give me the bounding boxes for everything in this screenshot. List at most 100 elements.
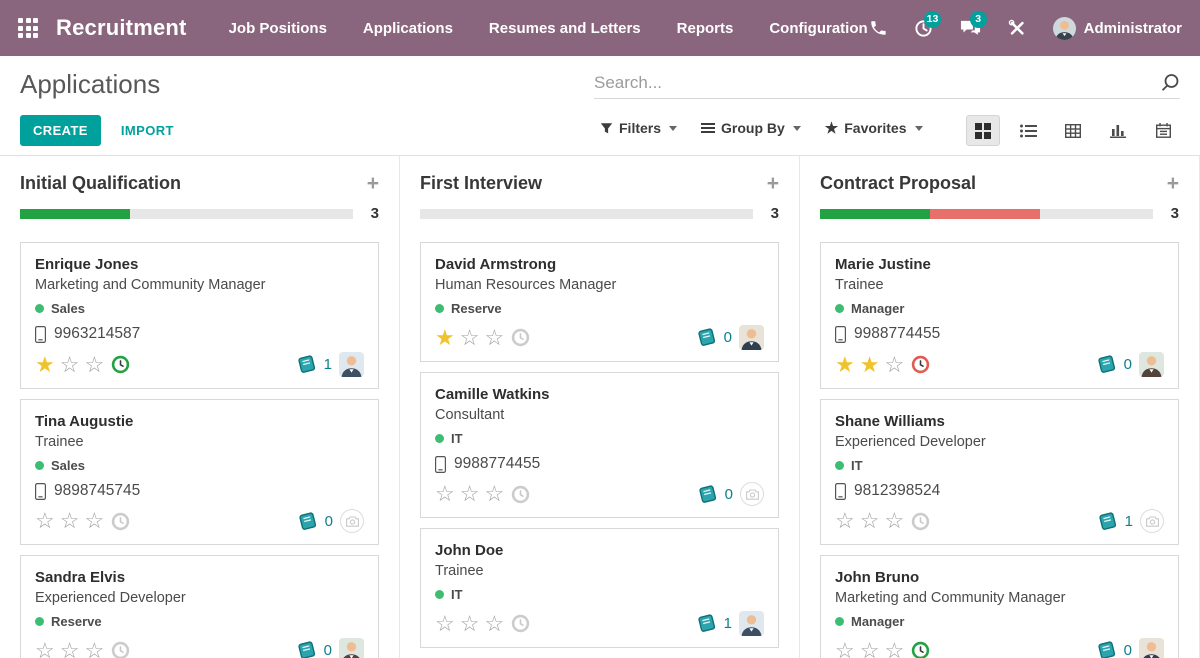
applicant-avatar[interactable]	[1139, 352, 1164, 377]
view-list-button[interactable]	[1011, 115, 1045, 146]
messages-icon[interactable]: 3	[960, 19, 981, 38]
priority-stars[interactable]: ★☆☆	[35, 355, 104, 375]
star-filled-icon[interactable]: ★	[835, 355, 855, 375]
star-empty-icon[interactable]: ☆	[860, 641, 880, 658]
star-empty-icon[interactable]: ☆	[35, 641, 55, 658]
add-record-icon[interactable]: +	[367, 173, 379, 194]
phone-icon[interactable]	[869, 19, 887, 37]
star-empty-icon[interactable]: ☆	[435, 614, 455, 634]
nav-item-applications[interactable]: Applications	[363, 20, 453, 37]
documents-book-icon[interactable]	[297, 355, 317, 374]
priority-stars[interactable]: ☆☆☆	[435, 484, 504, 504]
applicant-card[interactable]: John Doe Trainee IT ☆☆☆ 1	[420, 528, 779, 648]
priority-stars[interactable]: ☆☆☆	[835, 641, 904, 658]
activity-clock-icon[interactable]	[911, 641, 930, 658]
applicant-card[interactable]: Camille Watkins Consultant IT 9988774455…	[420, 372, 779, 518]
activity-clock-icon[interactable]	[911, 355, 930, 374]
applicant-avatar[interactable]	[739, 325, 764, 350]
search-input[interactable]	[594, 73, 1160, 93]
applicant-avatar[interactable]	[739, 611, 764, 636]
star-empty-icon[interactable]: ☆	[84, 641, 104, 658]
camera-placeholder-icon[interactable]	[740, 482, 764, 506]
applicant-card[interactable]: David Armstrong Human Resources Manager …	[420, 242, 779, 362]
star-empty-icon[interactable]: ☆	[884, 355, 904, 375]
star-empty-icon[interactable]: ☆	[484, 614, 504, 634]
applicant-card[interactable]: Marie Justine Trainee Manager 9988774455…	[820, 242, 1179, 389]
star-empty-icon[interactable]: ☆	[435, 484, 455, 504]
documents-book-icon[interactable]	[298, 512, 318, 531]
documents-book-icon[interactable]	[698, 485, 718, 504]
column-title[interactable]: Initial Qualification	[20, 173, 181, 194]
applicant-card[interactable]: Sandra Elvis Experienced Developer Reser…	[20, 555, 379, 658]
star-empty-icon[interactable]: ☆	[860, 511, 880, 531]
applicant-avatar[interactable]	[339, 638, 364, 658]
create-button[interactable]: CREATE	[20, 115, 101, 146]
star-empty-icon[interactable]: ☆	[60, 355, 80, 375]
favorites-dropdown[interactable]: ★ Favorites	[825, 120, 923, 136]
developer-tools-icon[interactable]	[1008, 19, 1026, 37]
view-kanban-button[interactable]	[966, 115, 1000, 146]
star-empty-icon[interactable]: ☆	[835, 641, 855, 658]
applicant-card[interactable]: Enrique Jones Marketing and Community Ma…	[20, 242, 379, 389]
activity-clock-icon[interactable]	[911, 512, 930, 531]
nav-item-job-positions[interactable]: Job Positions	[229, 20, 327, 37]
add-record-icon[interactable]: +	[1167, 173, 1179, 194]
priority-stars[interactable]: ☆☆☆	[35, 511, 104, 531]
applicant-card[interactable]: John Bruno Marketing and Community Manag…	[820, 555, 1179, 658]
search-icon[interactable]	[1160, 73, 1180, 93]
documents-book-icon[interactable]	[1097, 641, 1117, 658]
activity-clock-icon[interactable]	[511, 614, 530, 633]
column-progressbar[interactable]	[820, 209, 1153, 219]
applicant-avatar[interactable]	[339, 352, 364, 377]
column-title[interactable]: Contract Proposal	[820, 173, 976, 194]
star-filled-icon[interactable]: ★	[435, 328, 455, 348]
column-title[interactable]: First Interview	[420, 173, 542, 194]
star-empty-icon[interactable]: ☆	[884, 511, 904, 531]
priority-stars[interactable]: ★☆☆	[435, 328, 504, 348]
nav-item-configuration[interactable]: Configuration	[769, 20, 867, 37]
documents-book-icon[interactable]	[697, 328, 717, 347]
star-empty-icon[interactable]: ☆	[84, 355, 104, 375]
activity-clock-icon[interactable]	[111, 641, 130, 658]
star-empty-icon[interactable]: ☆	[84, 511, 104, 531]
nav-item-reports[interactable]: Reports	[677, 20, 734, 37]
star-empty-icon[interactable]: ☆	[60, 641, 80, 658]
star-empty-icon[interactable]: ☆	[484, 328, 504, 348]
star-empty-icon[interactable]: ☆	[60, 511, 80, 531]
applicant-card[interactable]: Tina Augustie Trainee Sales 9898745745 ☆…	[20, 399, 379, 545]
activity-clock-icon[interactable]	[111, 355, 130, 374]
nav-item-resumes-and-letters[interactable]: Resumes and Letters	[489, 20, 641, 37]
priority-stars[interactable]: ☆☆☆	[435, 614, 504, 634]
star-empty-icon[interactable]: ☆	[484, 484, 504, 504]
activity-clock-icon[interactable]	[511, 328, 530, 347]
import-button[interactable]: IMPORT	[121, 123, 174, 138]
camera-placeholder-icon[interactable]	[340, 509, 364, 533]
star-empty-icon[interactable]: ☆	[884, 641, 904, 658]
documents-book-icon[interactable]	[1098, 512, 1118, 531]
priority-stars[interactable]: ★★☆	[835, 355, 904, 375]
view-chart-button[interactable]	[1101, 115, 1135, 146]
column-progressbar[interactable]	[420, 209, 753, 219]
star-empty-icon[interactable]: ☆	[460, 484, 480, 504]
camera-placeholder-icon[interactable]	[1140, 509, 1164, 533]
filters-dropdown[interactable]: Filters	[600, 120, 677, 136]
column-progressbar[interactable]	[20, 209, 353, 219]
star-empty-icon[interactable]: ☆	[835, 511, 855, 531]
star-empty-icon[interactable]: ☆	[35, 511, 55, 531]
documents-book-icon[interactable]	[297, 641, 317, 658]
activity-clock-icon[interactable]	[511, 485, 530, 504]
star-filled-icon[interactable]: ★	[860, 355, 880, 375]
view-pivot-button[interactable]	[1056, 115, 1090, 146]
apps-menu-icon[interactable]	[18, 18, 38, 38]
priority-stars[interactable]: ☆☆☆	[835, 511, 904, 531]
star-empty-icon[interactable]: ☆	[460, 614, 480, 634]
documents-book-icon[interactable]	[1097, 355, 1117, 374]
view-calendar-button[interactable]	[1146, 115, 1180, 146]
star-empty-icon[interactable]: ☆	[460, 328, 480, 348]
priority-stars[interactable]: ☆☆☆	[35, 641, 104, 658]
activity-clock-icon[interactable]	[111, 512, 130, 531]
applicant-avatar[interactable]	[1139, 638, 1164, 658]
activities-clock-icon[interactable]: 13	[914, 19, 933, 38]
applicant-card[interactable]: Shane Williams Experienced Developer IT …	[820, 399, 1179, 545]
star-filled-icon[interactable]: ★	[35, 355, 55, 375]
